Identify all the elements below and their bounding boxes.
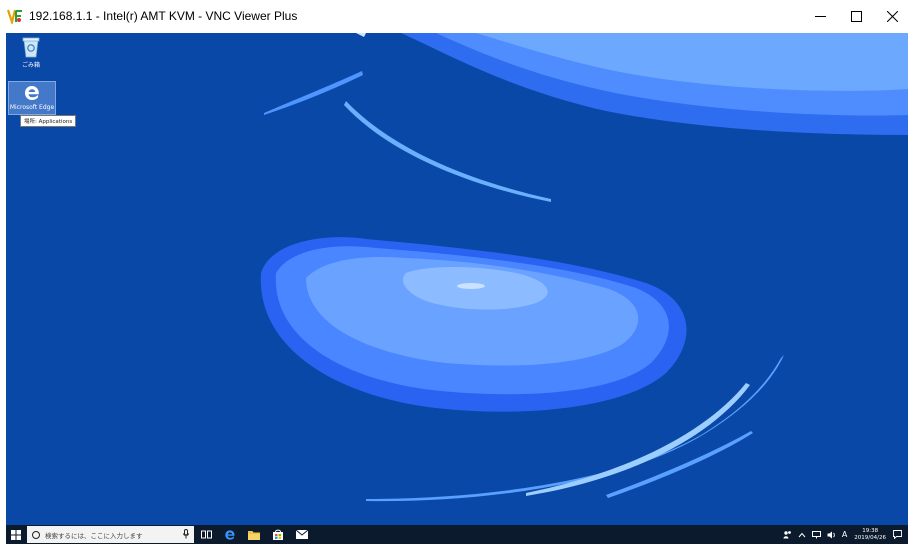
tray-volume-button[interactable]: [827, 531, 836, 539]
window-titlebar[interactable]: 192.168.1.1 - Intel(r) AMT KVM - VNC Vie…: [0, 0, 910, 32]
speaker-icon: [827, 531, 835, 538]
desktop-icon-recycle-bin[interactable]: ごみ箱: [8, 36, 54, 69]
tooltip: 場所: Applications: [20, 115, 77, 127]
taskbar-edge-button[interactable]: [218, 525, 242, 544]
taskbar-mail-button[interactable]: [290, 525, 314, 544]
notification-icon: [893, 530, 902, 539]
tray-people-button[interactable]: [783, 530, 792, 539]
action-center-button[interactable]: [893, 530, 902, 539]
maximize-icon: [850, 10, 862, 22]
minimize-button[interactable]: [802, 0, 838, 32]
maximize-button[interactable]: [838, 0, 874, 32]
task-view-button[interactable]: [194, 525, 218, 544]
minimize-icon: [814, 15, 826, 17]
system-tray: A 19:38 2019/04/26: [780, 525, 908, 544]
mail-icon: [296, 530, 308, 539]
show-hidden-icons-button[interactable]: [798, 532, 806, 538]
task-view-icon: [200, 530, 212, 539]
people-icon: [783, 531, 791, 539]
clock-date: 2019/04/26: [854, 534, 886, 541]
microphone-icon[interactable]: [183, 529, 189, 539]
start-button[interactable]: [6, 525, 26, 544]
vnc-viewer-app-icon: [7, 9, 22, 24]
desktop-icon-label: ごみ箱: [21, 62, 40, 69]
clock-time: 19:38: [862, 527, 879, 534]
edge-icon: [225, 529, 235, 540]
desktop-icon-edge[interactable]: Microsoft Edge: [8, 81, 56, 115]
close-button[interactable]: [874, 0, 910, 32]
tray-network-button[interactable]: [811, 530, 821, 539]
edge-icon: [25, 86, 39, 100]
desktop-wallpaper: [6, 33, 908, 525]
taskbar-clock[interactable]: 19:38 2019/04/26: [854, 528, 886, 542]
taskbar: 検索するには、ここに入力します A 19:38 2019/04/26: [6, 525, 908, 544]
taskbar-file-explorer-button[interactable]: [242, 525, 266, 544]
taskbar-store-button[interactable]: [266, 525, 290, 544]
taskbar-search-box[interactable]: 検索するには、ここに入力します: [27, 526, 194, 543]
windows-logo-icon: [11, 529, 21, 540]
desktop-icon-label: Microsoft Edge: [9, 104, 55, 111]
close-icon: [886, 10, 898, 22]
search-placeholder: 検索するには、ここに入力します: [45, 531, 143, 540]
chevron-up-icon: [798, 532, 806, 537]
ime-indicator[interactable]: A: [842, 530, 847, 539]
window-title: 192.168.1.1 - Intel(r) AMT KVM - VNC Vie…: [29, 9, 298, 23]
network-icon: [811, 530, 821, 538]
cortana-icon: [32, 530, 40, 539]
store-icon: [273, 529, 283, 540]
file-explorer-icon: [248, 530, 260, 540]
remote-desktop-screen[interactable]: ごみ箱 Microsoft Edge 場所: Applications: [6, 33, 908, 525]
recycle-bin-icon: [22, 37, 40, 58]
